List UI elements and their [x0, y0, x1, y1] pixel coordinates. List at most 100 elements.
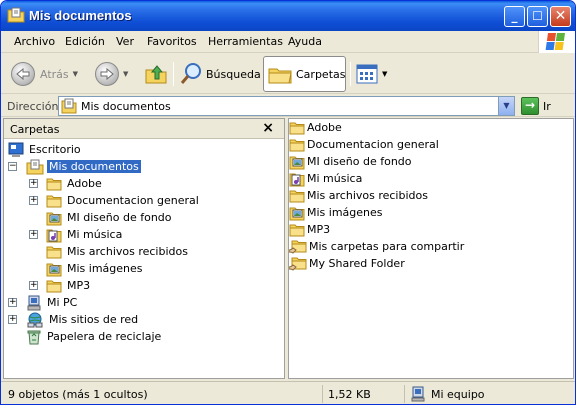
file-item[interactable]: Mis carpetas para compartir [289, 238, 464, 255]
folder-tree-pane: Carpetas × Escritorio − Mis documentos + Ado… [3, 118, 285, 379]
address-input[interactable]: Mis documentos ▼ [58, 96, 515, 116]
file-item-label: Mis carpetas para compartir [309, 240, 465, 253]
menu-ayuda[interactable]: Ayuda [288, 35, 322, 48]
folders-button[interactable]: Carpetas [263, 56, 346, 92]
shared-folder-icon [289, 239, 307, 255]
minimize-button[interactable]: _ [504, 6, 525, 27]
tree-item-label: Mis archivos recibidos [67, 245, 188, 258]
tree-item-label: Escritorio [29, 143, 81, 156]
file-item-label: MI diseño de fondo [307, 155, 412, 168]
explorer-window: Mis documentos _ ☐ ✕ Archivo Edición Ver… [0, 0, 576, 405]
tree-item[interactable]: + MP3 [29, 277, 92, 294]
go-label: Ir [543, 99, 551, 113]
views-icon [356, 64, 378, 84]
windows-flag-icon [545, 33, 565, 50]
chevron-down-icon[interactable]: ▼ [73, 70, 78, 78]
folder-pane-title: Carpetas [10, 123, 60, 136]
up-folder-icon [144, 62, 168, 86]
menu-archivo[interactable]: Archivo [14, 35, 55, 48]
tree-item[interactable]: + Mi música [29, 226, 124, 243]
music-folder-icon [289, 171, 305, 187]
file-item-label: Mi música [307, 172, 363, 185]
collapse-icon[interactable]: − [8, 162, 17, 171]
tree-item-label: Mis sitios de red [49, 313, 139, 326]
window-title: Mis documentos [29, 8, 132, 23]
my-documents-icon [61, 98, 77, 114]
tree-item-label: MP3 [67, 279, 91, 292]
tree-item-label: Adobe [67, 177, 102, 190]
tree-item-label: MI diseño de fondo [67, 211, 172, 224]
address-dropdown-button[interactable]: ▼ [498, 97, 514, 115]
status-bar: 9 objetos (más 1 ocultos) 1,52 KB Mi equ… [1, 381, 575, 404]
picture-folder-icon [289, 154, 305, 170]
folder-pane-header: Carpetas × [4, 119, 284, 139]
go-button[interactable]: → Ir [521, 97, 551, 115]
file-item[interactable]: Mi música [289, 170, 362, 187]
expand-icon[interactable]: + [8, 298, 17, 307]
tree-item[interactable]: − Mis documentos [8, 158, 141, 175]
folder-icon [289, 121, 305, 135]
menu-favoritos[interactable]: Favoritos [147, 35, 197, 48]
file-item-label: MP3 [307, 223, 331, 236]
menu-edicion[interactable]: Edición [65, 35, 105, 48]
search-label: Búsqueda [206, 67, 261, 81]
forward-arrow-icon [95, 62, 119, 86]
toolbar: Atrás ▼ ▼ Búsqueda Carpetas ▼ [1, 54, 575, 94]
tree-item[interactable]: + Mi PC [8, 294, 79, 311]
expand-icon[interactable]: + [29, 179, 38, 188]
tree-item[interactable]: MI diseño de fondo [46, 209, 174, 226]
folder-icon [289, 189, 305, 203]
file-item-label: My Shared Folder [309, 257, 405, 270]
tree-item[interactable]: + Mis sitios de red [8, 311, 140, 328]
tree-item[interactable]: + Adobe [29, 175, 104, 192]
address-bar: Dirección Mis documentos ▼ → Ir [1, 95, 575, 117]
status-location: Mi equipo [431, 387, 485, 401]
close-button[interactable]: ✕ [550, 6, 571, 27]
picture-folder-icon [289, 205, 305, 221]
expand-icon[interactable]: + [29, 196, 38, 205]
address-label: Dirección [7, 100, 59, 113]
expand-icon[interactable]: + [29, 281, 38, 290]
toolbar-separator [173, 62, 174, 86]
up-folder-button[interactable] [144, 58, 168, 90]
back-label: Atrás [40, 67, 69, 81]
title-bar[interactable]: Mis documentos _ ☐ ✕ [1, 1, 575, 31]
expand-icon[interactable]: + [29, 230, 38, 239]
menu-herramientas[interactable]: Herramientas [208, 35, 283, 48]
tree-item[interactable]: Mis archivos recibidos [46, 243, 190, 260]
menu-ver[interactable]: Ver [116, 35, 134, 48]
file-item[interactable]: My Shared Folder [289, 255, 405, 272]
chevron-down-icon[interactable]: ▼ [382, 70, 387, 78]
maximize-button[interactable]: ☐ [527, 6, 548, 27]
folder-icon [289, 138, 305, 152]
tree-item[interactable]: Papelera de reciclaje [26, 328, 163, 345]
chevron-down-icon[interactable]: ▼ [123, 70, 128, 78]
folder-icon [46, 194, 62, 208]
address-value: Mis documentos [81, 99, 171, 113]
file-item[interactable]: MP3 [289, 221, 330, 238]
file-item[interactable]: Mis imágenes [289, 204, 383, 221]
file-item[interactable]: Mis archivos recibidos [289, 187, 428, 204]
back-button[interactable]: Atrás ▼ [11, 58, 78, 90]
folders-label: Carpetas [296, 67, 346, 81]
tree-item-label: Mis documentos [47, 160, 141, 173]
tree-item[interactable]: Mis imágenes [46, 260, 145, 277]
folder-icon [46, 279, 62, 293]
tree-item-label: Papelera de reciclaje [47, 330, 162, 343]
back-arrow-icon [11, 62, 35, 86]
folders-icon [268, 63, 292, 85]
status-objects: 9 objetos (más 1 ocultos) [3, 385, 323, 403]
forward-button[interactable]: ▼ [95, 58, 128, 90]
tree-item[interactable]: + Documentacion general [29, 192, 201, 209]
expand-icon[interactable]: + [8, 315, 17, 324]
music-folder-icon [46, 227, 62, 243]
file-item[interactable]: Adobe [289, 119, 342, 136]
close-pane-button[interactable]: × [262, 120, 274, 136]
file-item[interactable]: Documentacion general [289, 136, 439, 153]
file-item[interactable]: MI diseño de fondo [289, 153, 412, 170]
views-button[interactable]: ▼ [356, 58, 387, 90]
tree-item[interactable]: Escritorio [8, 141, 83, 158]
search-button[interactable]: Búsqueda [179, 58, 261, 90]
network-places-icon [26, 312, 44, 328]
my-documents-icon [7, 7, 25, 23]
